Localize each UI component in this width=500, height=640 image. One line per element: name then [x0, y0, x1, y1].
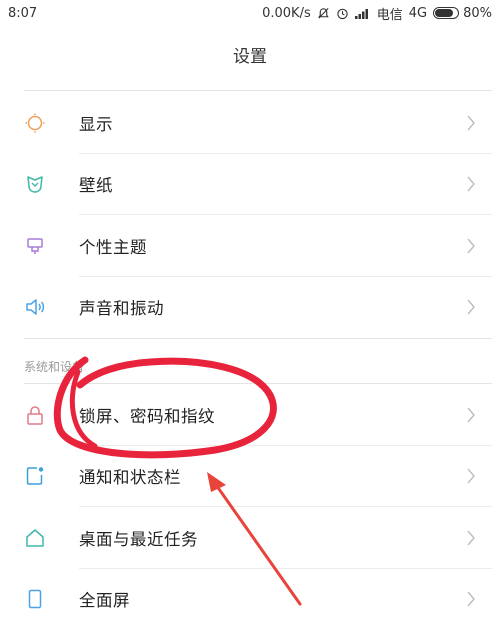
chevron-right-icon [467, 591, 475, 607]
battery-percent: 80% [463, 5, 492, 21]
chevron-right-icon [467, 176, 475, 192]
fullscreen-icon [24, 588, 46, 610]
signal-icon [354, 9, 368, 19]
settings-item-lock-screen[interactable]: 锁屏、密码和指纹 [0, 384, 500, 446]
settings-item-label: 全面屏 [79, 591, 130, 611]
alarm-icon [337, 8, 348, 19]
chevron-right-icon [467, 238, 475, 254]
battery-icon [433, 7, 460, 19]
divider [24, 90, 492, 91]
page-title: 设置 [233, 47, 267, 67]
notification-icon [24, 465, 46, 487]
settings-item-label: 显示 [79, 114, 113, 134]
settings-item-display[interactable]: 显示 [0, 92, 500, 154]
wallpaper-icon [24, 173, 46, 195]
chevron-right-icon [467, 407, 475, 423]
settings-group-2: 锁屏、密码和指纹 通知和状态栏 桌面与最近任务 全面屏 [0, 384, 500, 630]
chevron-right-icon [467, 299, 475, 315]
mute-icon [317, 7, 329, 19]
divider [24, 338, 492, 339]
theme-icon [24, 235, 46, 257]
network-type: 4G [408, 5, 428, 21]
settings-item-label: 锁屏、密码和指纹 [79, 406, 215, 426]
settings-item-label: 个性主题 [79, 237, 147, 257]
settings-item-home-screen[interactable]: 桌面与最近任务 [0, 507, 500, 569]
settings-group-1: 显示 壁纸 个性主题 声音和振动 [0, 92, 500, 338]
chevron-right-icon [467, 115, 475, 131]
chevron-right-icon [467, 530, 475, 546]
lock-icon [24, 404, 46, 426]
network-speed: 0.00K/s [262, 5, 311, 21]
settings-item-label: 通知和状态栏 [79, 468, 181, 488]
settings-item-sound[interactable]: 声音和振动 [0, 277, 500, 339]
settings-item-label: 声音和振动 [79, 299, 164, 319]
settings-item-label: 壁纸 [79, 176, 113, 196]
sound-icon [24, 296, 46, 318]
status-icons: 0.00K/s 电信 4G 80% [262, 4, 492, 23]
settings-item-notifications[interactable]: 通知和状态栏 [0, 446, 500, 507]
carrier-name: 电信 [376, 7, 403, 23]
home-icon [24, 527, 46, 549]
settings-item-label: 桌面与最近任务 [79, 529, 198, 549]
brightness-icon [24, 112, 46, 134]
battery-fill [435, 9, 453, 17]
chevron-right-icon [467, 468, 475, 484]
settings-item-theme[interactable]: 个性主题 [0, 215, 500, 277]
battery-indicator: 80% [433, 6, 492, 21]
settings-item-wallpaper[interactable]: 壁纸 [0, 154, 500, 215]
section-header: 系统和设备 [24, 360, 85, 374]
status-bar: 8:07 0.00K/s 电信 4G 80% [0, 0, 500, 26]
settings-item-fullscreen[interactable]: 全面屏 [0, 569, 500, 631]
status-time: 8:07 [8, 5, 38, 21]
